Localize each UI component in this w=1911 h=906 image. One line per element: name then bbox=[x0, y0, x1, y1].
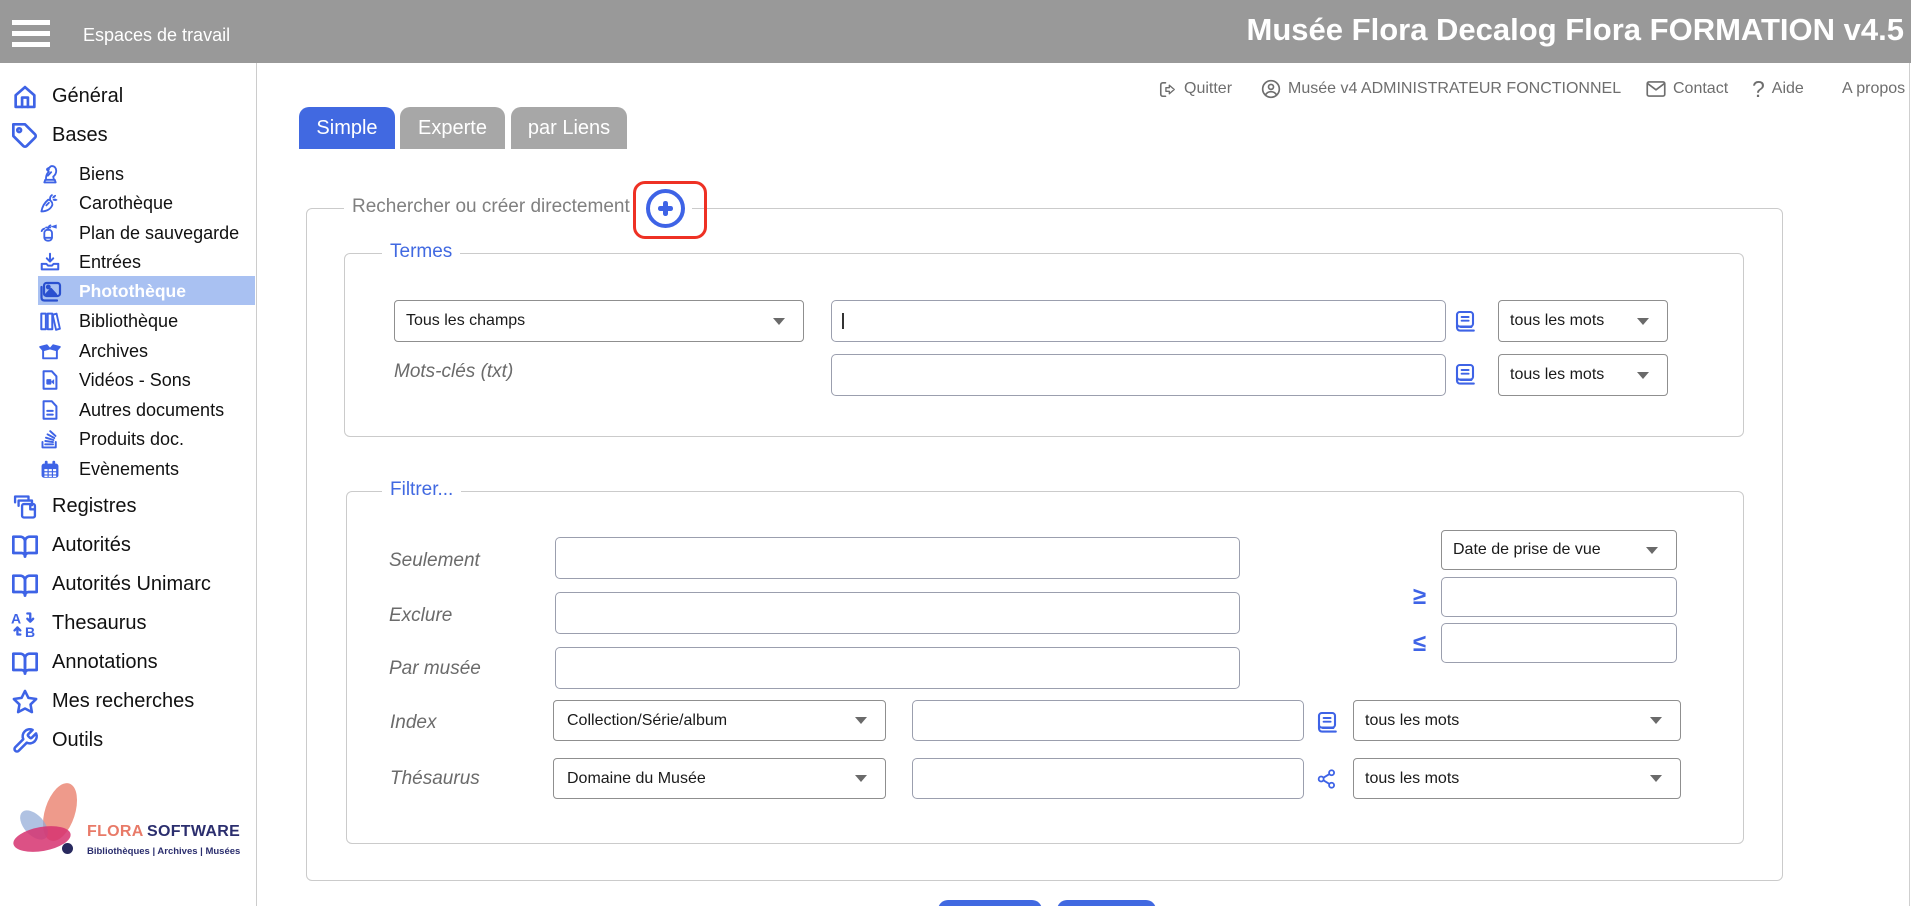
svg-text:A: A bbox=[11, 610, 21, 626]
svg-text:Bibliothèques | Archives | Mus: Bibliothèques | Archives | Musées bbox=[87, 846, 240, 857]
svg-text:FLORA: FLORA bbox=[87, 823, 144, 840]
svg-text:SOFTWARE: SOFTWARE bbox=[147, 823, 240, 840]
svg-text:B: B bbox=[25, 624, 35, 638]
